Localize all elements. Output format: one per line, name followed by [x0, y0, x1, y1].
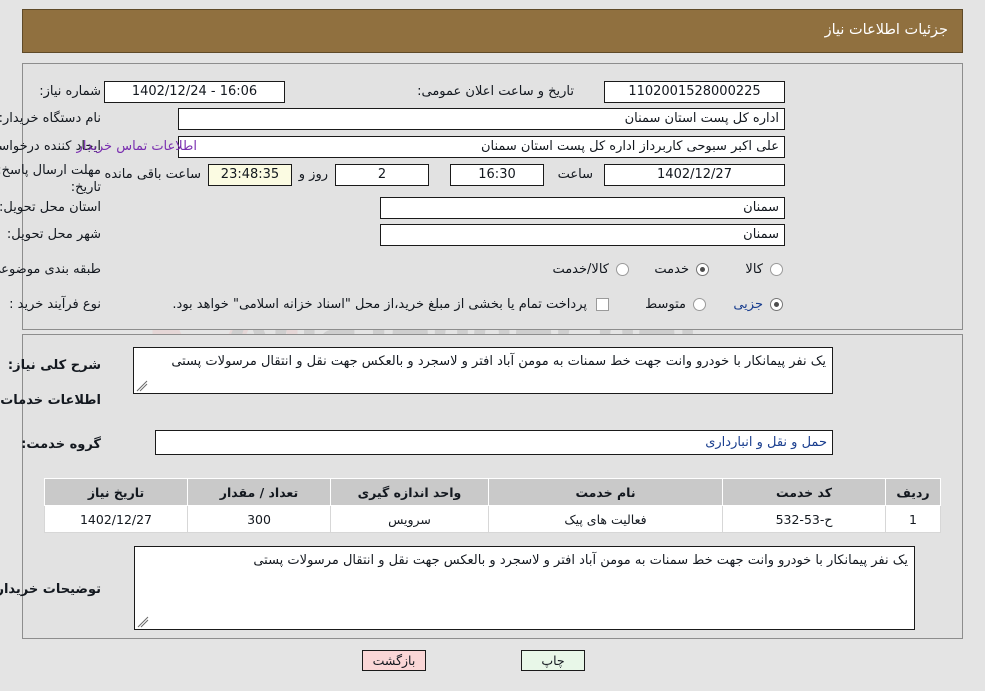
buyer-notes-label: توضیحات خریدار:	[0, 582, 101, 597]
print-button[interactable]: چاپ	[521, 650, 585, 671]
delivery-city-label: شهر محل تحویل:	[6, 227, 101, 242]
buyer-notes-text: یک نفر پیمانکار با خودرو وانت جهت خط سمن…	[253, 553, 908, 568]
buyer-contact-link[interactable]: اطلاعات تماس خریدار	[77, 139, 197, 154]
resize-grip-icon	[137, 616, 149, 628]
summary-label: شرح کلی نیاز:	[7, 358, 101, 373]
deadline-label-line1: مهلت ارسال پاسخ: تا	[0, 163, 101, 178]
radio-category-khedmat[interactable]	[696, 263, 709, 276]
cell-service-name: فعالیت های پیک	[488, 505, 723, 533]
col-unit: واحد اندازه گیری	[330, 478, 489, 506]
col-service-name: نام خدمت	[488, 478, 723, 506]
service-group-label: گروه خدمت:	[21, 437, 101, 452]
need-number-label: شماره نیاز:	[39, 84, 101, 99]
cell-quantity: 300	[187, 505, 331, 533]
deadline-time-label: ساعت	[557, 167, 593, 182]
page-header: جزئیات اطلاعات نیاز	[22, 9, 963, 53]
services-table: ردیف کد خدمت نام خدمت واحد اندازه گیری ت…	[44, 478, 941, 533]
deadline-date-value: 1402/12/27	[604, 164, 785, 186]
cell-unit: سرویس	[330, 505, 489, 533]
radio-purchase-motevaset-label: متوسط	[645, 297, 686, 312]
summary-text: یک نفر پیمانکار با خودرو وانت جهت خط سمن…	[171, 354, 826, 369]
page-root: AriaTender.net جزئیات اطلاعات نیاز شماره…	[0, 0, 985, 691]
back-button[interactable]: بازگشت	[362, 650, 426, 671]
buyer-org-label: نام دستگاه خریدار:	[0, 111, 101, 126]
delivery-city-value: سمنان	[380, 224, 785, 246]
deadline-time-value: 16:30	[450, 164, 544, 186]
cell-row-no: 1	[885, 505, 941, 533]
delivery-province-value: سمنان	[380, 197, 785, 219]
radio-purchase-motevaset[interactable]	[693, 298, 706, 311]
table-header-row: ردیف کد خدمت نام خدمت واحد اندازه گیری ت…	[44, 478, 941, 506]
table-row: 1 ح-53-532 فعالیت های پیک سرویس 300 1402…	[44, 505, 941, 533]
radio-category-kala[interactable]	[770, 263, 783, 276]
need-number-value: 1102001528000225	[604, 81, 785, 103]
cell-service-code: ح-53-532	[722, 505, 886, 533]
request-creator-value: علی اکبر سبوحی کاربرداز اداره کل پست است…	[178, 136, 785, 158]
checkbox-treasury-bond[interactable]	[596, 298, 609, 311]
service-group-value: حمل و نقل و انبارداری	[155, 430, 833, 455]
services-heading: اطلاعات خدمات مورد نیاز	[0, 393, 101, 408]
radio-category-kala-khedmat-label: کالا/خدمت	[552, 262, 609, 277]
delivery-province-label: استان محل تحویل:	[0, 200, 101, 215]
announce-datetime-label: تاریخ و ساعت اعلان عمومی:	[417, 84, 574, 99]
buyer-notes-textarea[interactable]: یک نفر پیمانکار با خودرو وانت جهت خط سمن…	[134, 546, 915, 630]
deadline-label-line2: تاریخ:	[70, 180, 101, 195]
radio-category-khedmat-label: خدمت	[654, 262, 689, 277]
col-quantity: تعداد / مقدار	[187, 478, 331, 506]
cell-need-date: 1402/12/27	[44, 505, 188, 533]
col-need-date: تاریخ نیاز	[44, 478, 188, 506]
remaining-days-suffix: روز و	[298, 167, 328, 182]
purchase-type-label: نوع فرآیند خرید :	[9, 297, 101, 312]
radio-purchase-jozii[interactable]	[770, 298, 783, 311]
remaining-suffix-label: ساعت باقی مانده	[104, 167, 201, 182]
announce-datetime-value: 16:06 - 1402/12/24	[104, 81, 285, 103]
radio-category-kala-khedmat[interactable]	[616, 263, 629, 276]
col-service-code: کد خدمت	[722, 478, 886, 506]
radio-purchase-jozii-label: جزیی	[733, 297, 763, 312]
remaining-countdown-value: 23:48:35	[208, 164, 292, 186]
radio-category-kala-label: کالا	[745, 262, 763, 277]
treasury-bond-note: پرداخت تمام یا بخشی از مبلغ خرید،از محل …	[172, 297, 587, 312]
buyer-org-value: اداره کل پست استان سمنان	[178, 108, 785, 130]
remaining-days-value: 2	[335, 164, 429, 186]
category-label: طبقه بندی موضوعی:	[0, 262, 101, 277]
page-title: جزئیات اطلاعات نیاز	[824, 22, 948, 38]
col-row-no: ردیف	[885, 478, 941, 506]
resize-grip-icon	[136, 380, 148, 392]
summary-textarea[interactable]: یک نفر پیمانکار با خودرو وانت جهت خط سمن…	[133, 347, 833, 394]
